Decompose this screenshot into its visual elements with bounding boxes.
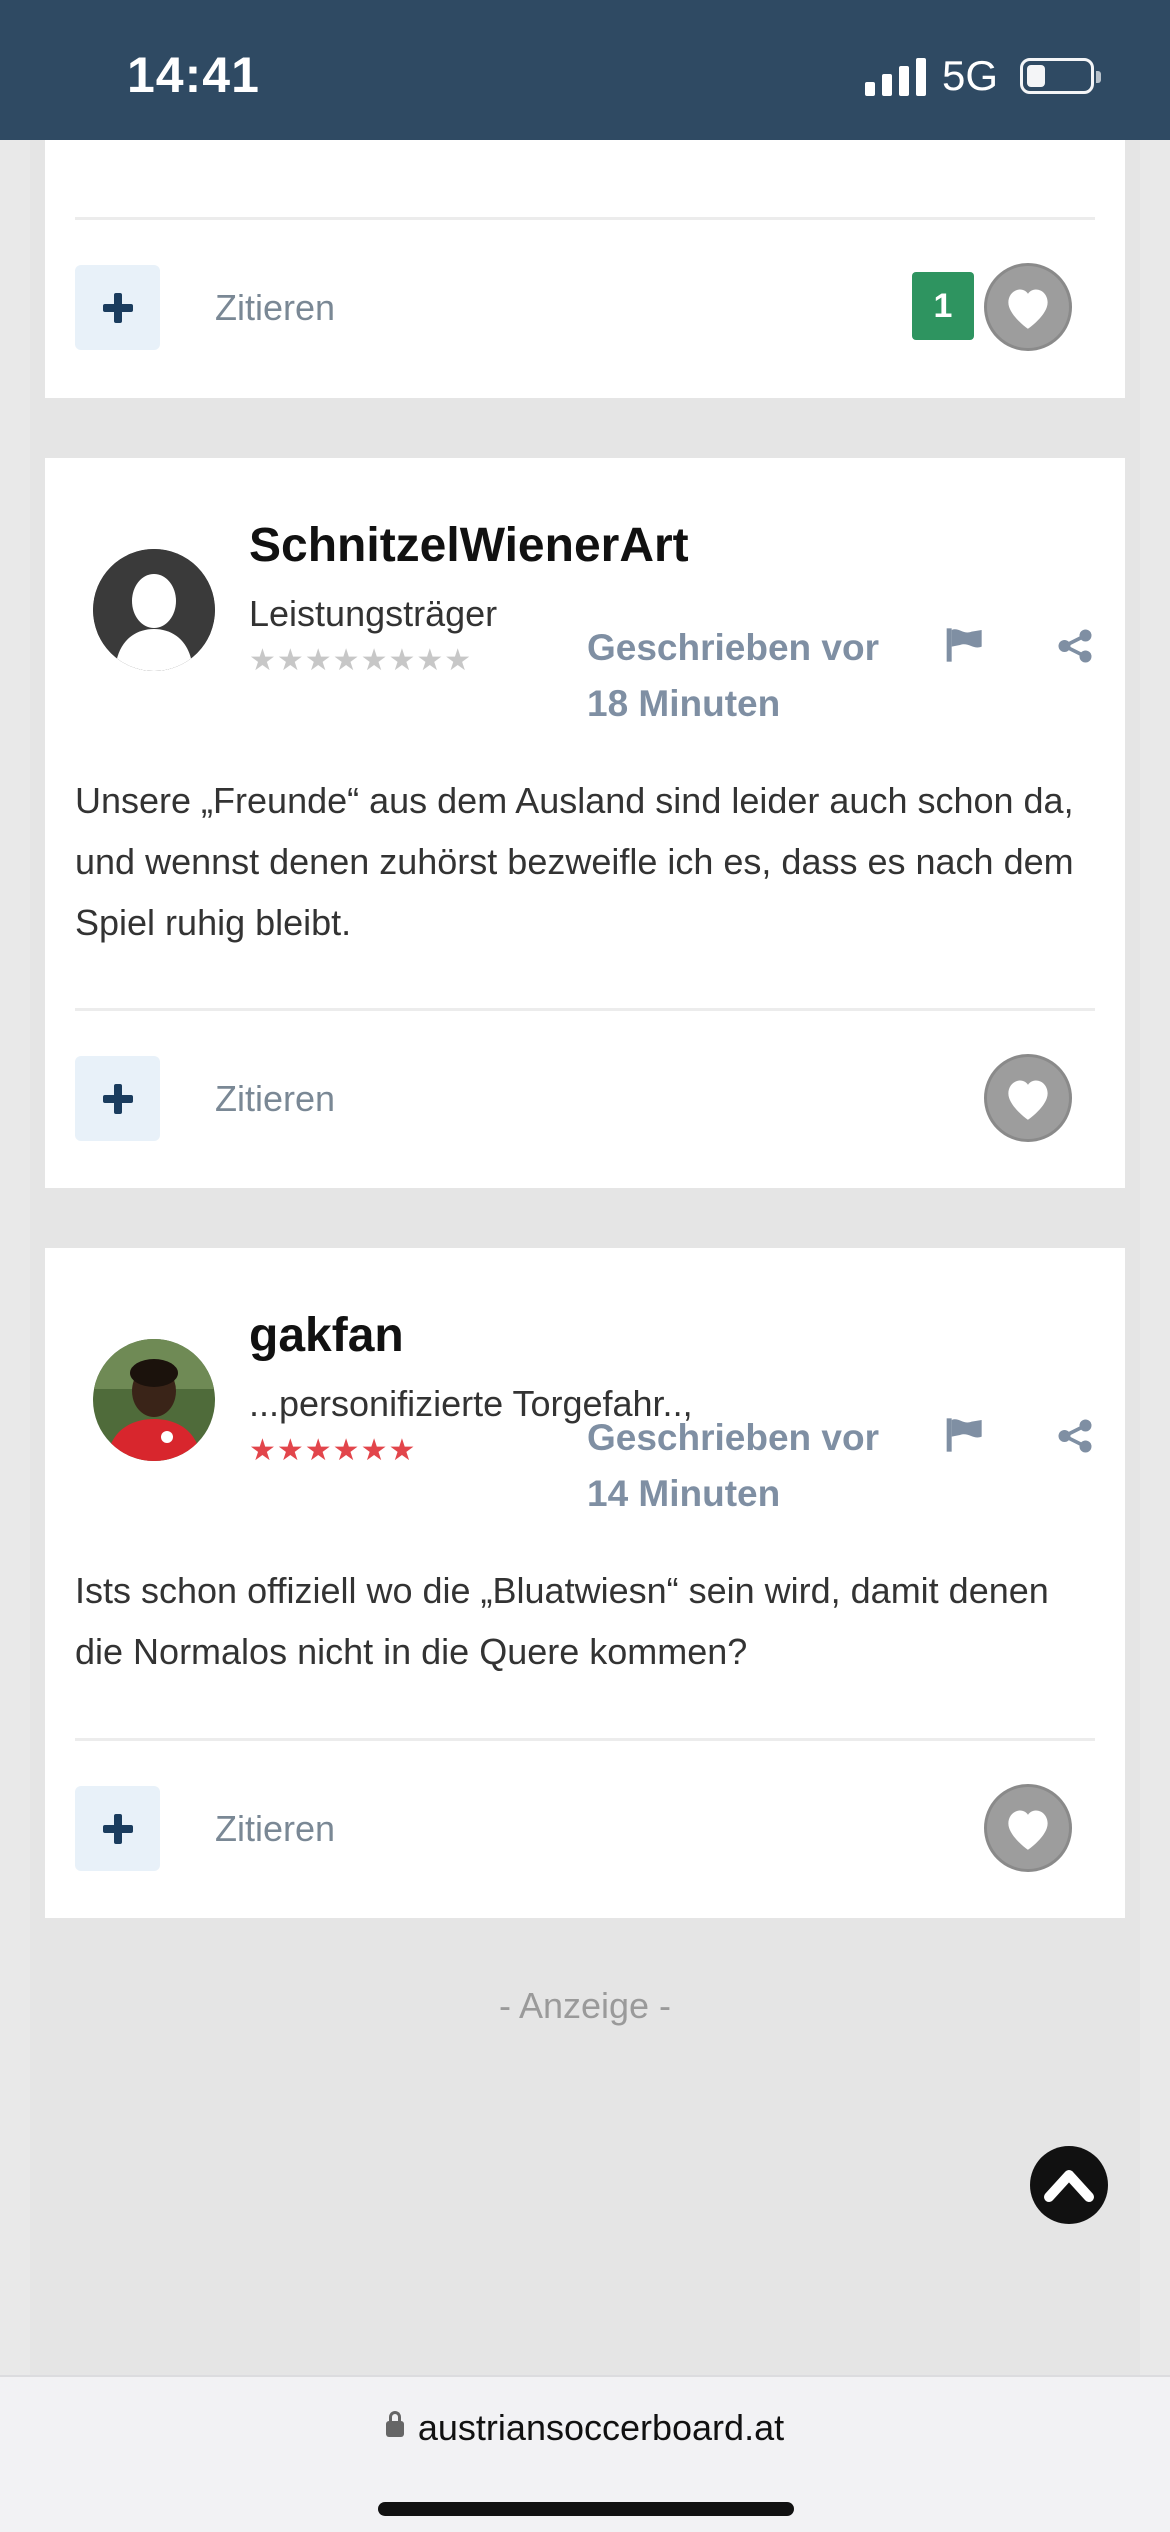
heart-icon [1008,1080,1048,1120]
report-flag-icon[interactable] [945,1418,985,1452]
timestamp-line1: Geschrieben vor [587,1417,880,1458]
ad-label: - Anzeige - [498,1985,672,2026]
post-body: Unsere „Freunde“ aus dem Ausland sind le… [75,780,1074,943]
signal-icon [864,56,926,96]
post-divider [75,1738,1095,1741]
network-label: 5G [941,52,998,99]
browser-url-bar: austriansoccerboard.at [0,2375,1170,2532]
url-display[interactable]: austriansoccerboard.at [0,2407,1170,2449]
chevron-up-icon [1044,2170,1094,2202]
timestamp-line1: Geschrieben vor [587,627,880,668]
post-divider [75,217,1095,220]
post-timestamp[interactable]: Geschrieben vor 18 Minuten [587,620,879,732]
like-button[interactable] [984,1054,1072,1142]
user-photo-icon [93,1339,215,1461]
quote-link[interactable]: Zitieren [215,1078,335,1120]
status-bar: 14:41 5G [0,0,1170,140]
post-card: gakfan ...personifizierte Torgefahr.., ★… [45,1248,1125,1918]
multiquote-button[interactable] [75,265,160,350]
home-indicator[interactable] [378,2502,794,2516]
like-button[interactable] [984,263,1072,351]
plus-icon [102,292,133,323]
multiquote-button[interactable] [75,1056,160,1141]
status-time: 14:41 [127,47,260,103]
post-divider [75,1008,1095,1011]
heart-icon [1008,289,1048,329]
like-button[interactable] [984,1784,1072,1872]
post-timestamp[interactable]: Geschrieben vor 14 Minuten [587,1410,879,1522]
post-card-previous: Zitieren 1 [45,140,1125,398]
default-user-icon [93,549,215,671]
plus-icon [102,1083,133,1114]
scroll-to-top-button[interactable] [1030,2146,1108,2224]
post-username[interactable]: SchnitzelWienerArt [249,518,689,573]
plus-icon [102,1813,133,1844]
heart-icon [1008,1810,1048,1850]
quote-link[interactable]: Zitieren [215,1808,335,1850]
post-card: SchnitzelWienerArt Leistungsträger ★★★★★… [45,458,1125,1188]
avatar[interactable] [93,549,215,671]
report-flag-icon[interactable] [945,628,985,662]
user-rank: Leistungsträger [249,593,498,634]
thread-page: Zitieren 1 SchnitzelWienerArt Leistungst… [30,140,1140,2375]
battery-icon [1020,58,1101,94]
timestamp-line2: 18 Minuten [587,683,781,724]
like-count-badge[interactable]: 1 [912,272,974,340]
timestamp-line2: 14 Minuten [587,1473,781,1514]
multiquote-button[interactable] [75,1786,160,1871]
lock-icon [385,2411,404,2439]
share-icon[interactable] [1057,628,1093,664]
share-icon[interactable] [1057,1418,1093,1454]
rank-stars: ★★★★★★ [249,1434,417,1467]
post-username[interactable]: gakfan [249,1308,404,1363]
quote-link[interactable]: Zitieren [215,287,335,329]
status-icons: 5G [864,52,1101,100]
avatar[interactable] [93,1339,215,1461]
post-body: Ists schon offiziell wo die „Bluatwiesn“… [75,1570,1049,1672]
rank-stars: ★★★★★★★★ [249,644,473,677]
url-domain: austriansoccerboard.at [417,2407,785,2448]
